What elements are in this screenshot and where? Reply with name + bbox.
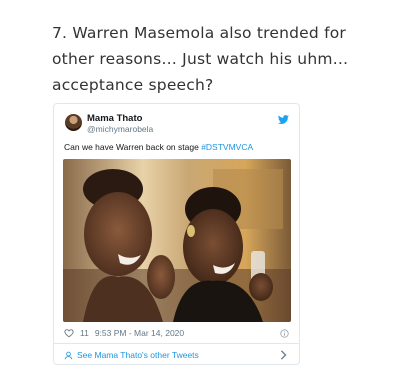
info-icon[interactable] xyxy=(280,329,289,338)
tweet-meta: 11 9:53 PM - Mar 14, 2020 xyxy=(64,328,184,338)
embedded-tweet-card[interactable]: Mama Thato @michymarobela Can we have Wa… xyxy=(53,103,300,365)
twitter-bird-icon[interactable] xyxy=(278,114,289,125)
author-name[interactable]: Mama Thato xyxy=(87,113,142,124)
author-handle[interactable]: @michymarobela xyxy=(87,124,153,134)
see-more-label: See Mama Thato's other Tweets xyxy=(77,350,199,360)
like-count[interactable]: 11 xyxy=(80,328,89,338)
tweet-body: Can we have Warren back on stage xyxy=(64,142,202,152)
chevron-right-icon[interactable] xyxy=(280,350,287,360)
tweet-photo-image xyxy=(63,159,291,322)
author-avatar[interactable] xyxy=(65,114,82,131)
see-more-tweets-link[interactable]: See Mama Thato's other Tweets xyxy=(64,350,199,360)
article-heading: 7. Warren Masemola also trended for othe… xyxy=(52,24,349,94)
hashtag-link[interactable]: #DSTVMVCA xyxy=(201,142,253,152)
person-icon xyxy=(64,351,73,359)
tweet-photo[interactable] xyxy=(63,159,291,322)
heart-icon[interactable] xyxy=(64,328,74,338)
card-divider xyxy=(54,343,299,344)
tweet-text: Can we have Warren back on stage #DSTVMV… xyxy=(64,142,253,152)
tweet-timestamp[interactable]: 9:53 PM - Mar 14, 2020 xyxy=(95,328,184,338)
